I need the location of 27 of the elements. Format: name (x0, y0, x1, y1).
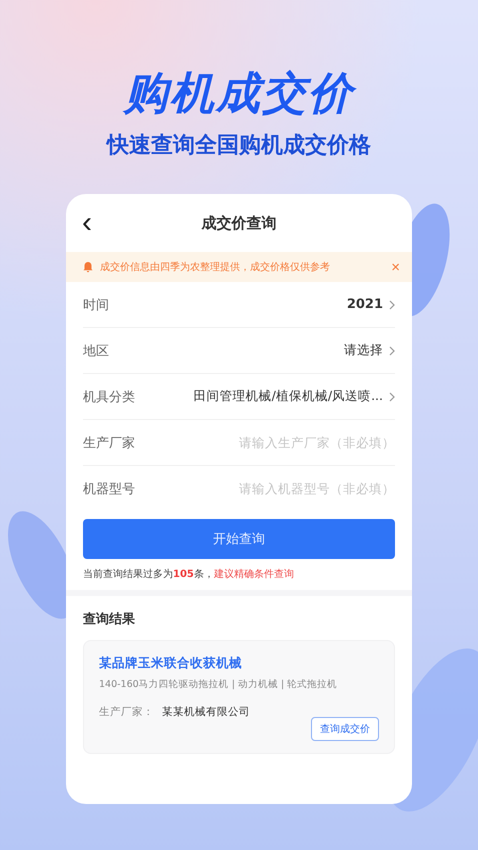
field-label: 生产厂家 (83, 434, 135, 452)
chevron-icon (389, 392, 395, 402)
chevron-icon (389, 346, 395, 356)
maker-name: 某某机械有限公司 (162, 705, 250, 720)
select-field[interactable]: 2021 (346, 297, 395, 312)
suggestion-link[interactable]: 建议精确条件查询 (214, 569, 294, 580)
select-field[interactable]: 请选择 (344, 342, 395, 360)
screen-title: 成交价查询 (202, 214, 276, 233)
notice-text: 成交价信息由四季为农整理提供，成交价格仅供参考 (100, 260, 331, 274)
field-label: 时间 (83, 296, 109, 314)
input-field[interactable]: 请输入生产厂家（非必填） (195, 435, 395, 450)
maker-label: 生产厂家： (99, 705, 154, 720)
field-label: 机器型号 (83, 480, 135, 498)
bell-icon (82, 261, 94, 274)
back-button[interactable]: ‹ (78, 208, 96, 238)
field-label: 地区 (83, 342, 109, 360)
section-title: 查询结果 (83, 611, 136, 628)
machine-name: 某品牌玉米联合收获机械 (99, 655, 243, 672)
machine-tags: 140-160马力四轮驱动拖拉机 | 动力机械 | 轮式拖拉机 (99, 678, 379, 692)
chevron-icon (389, 300, 395, 310)
price-query-button[interactable]: 查询成交价 (311, 717, 379, 742)
subtitle: 快速查询全国购机成交价格 (107, 132, 371, 160)
select-field[interactable]: 田间管理机械/植保机械/风送喷... (194, 388, 395, 406)
result-hint: 当前查询结果过多为105条，建议精确条件查询 (83, 568, 295, 582)
search-button[interactable]: 开始查询 (83, 519, 395, 560)
field-label: 机具分类 (83, 388, 135, 406)
input-field[interactable]: 请输入机器型号（非必填） (195, 481, 395, 496)
